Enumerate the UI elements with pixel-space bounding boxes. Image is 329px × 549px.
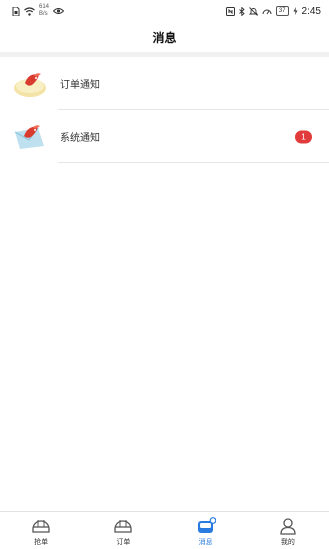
- divider: [58, 162, 329, 163]
- tab-label: 抢单: [34, 539, 49, 546]
- bottom-tab-bar: 抢单 订单 消息 我的: [0, 511, 329, 549]
- tab-label: 消息: [198, 539, 213, 546]
- status-bar-right: 37 2:45: [225, 5, 321, 17]
- tab-label: 订单: [116, 539, 131, 546]
- page-title: 消息: [152, 30, 177, 45]
- list-item-label: 系统通知: [60, 133, 100, 144]
- helmet-icon: [113, 516, 133, 536]
- sim-icon: [12, 6, 20, 16]
- clock: 2:45: [301, 5, 321, 17]
- header: 消息: [0, 22, 329, 52]
- list-item-system-notification[interactable]: 系统通知 1: [0, 110, 329, 163]
- status-bar: 614 B/s 37 2:45: [0, 0, 329, 22]
- message-box-icon: [196, 516, 216, 536]
- system-notification-icon: [12, 121, 48, 153]
- battery-level: 37: [275, 6, 289, 16]
- charging-icon: [293, 7, 298, 15]
- network-speed: 614 B/s: [39, 4, 49, 18]
- tab-grab-order[interactable]: 抢单: [0, 512, 82, 549]
- nfc-icon: [225, 6, 235, 16]
- order-notification-icon: [12, 68, 48, 100]
- status-bar-left: 614 B/s: [12, 4, 65, 18]
- tab-orders[interactable]: 订单: [82, 512, 164, 549]
- person-icon: [278, 516, 298, 536]
- network-speed-value: 614: [39, 4, 50, 10]
- helmet-icon: [31, 516, 51, 536]
- gauge-icon: [262, 7, 272, 16]
- wifi-icon: [24, 6, 35, 16]
- tab-label: 我的: [280, 539, 295, 546]
- tab-profile[interactable]: 我的: [247, 512, 329, 549]
- bluetooth-icon: [239, 6, 245, 16]
- eye-icon: [53, 7, 65, 15]
- list-item-order-notification[interactable]: 订单通知: [0, 57, 329, 110]
- list-item-label: 订单通知: [60, 80, 100, 91]
- network-speed-unit: B/s: [39, 11, 48, 17]
- message-list: 订单通知 系统通知 1: [0, 57, 329, 163]
- tab-messages[interactable]: 消息: [165, 512, 247, 549]
- unread-badge: 1: [295, 130, 312, 143]
- mute-icon: [248, 6, 258, 16]
